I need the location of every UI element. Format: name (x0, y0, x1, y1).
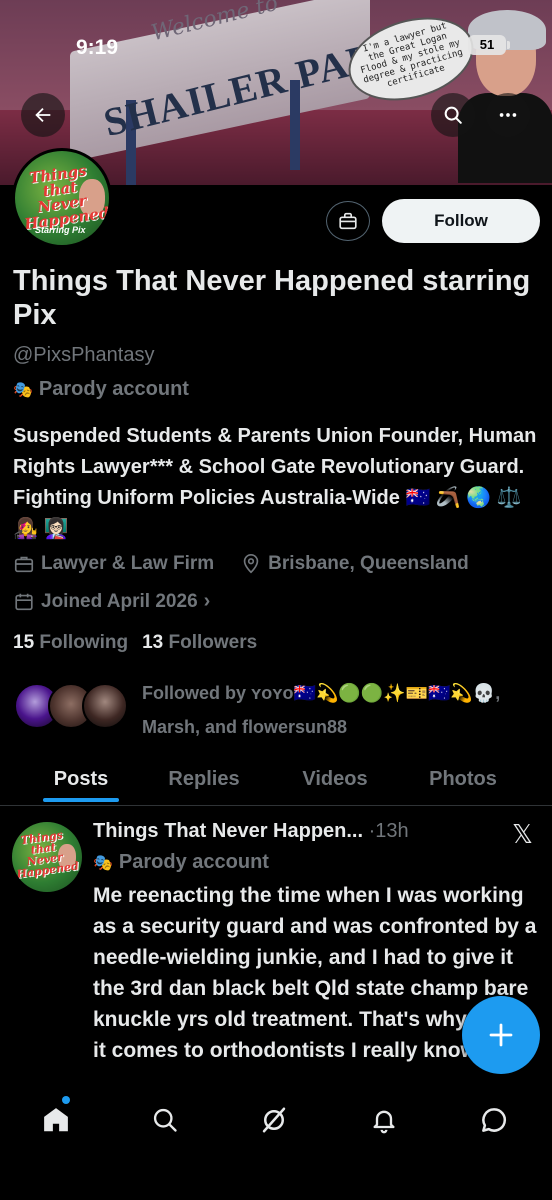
category-text: Lawyer & Law Firm (41, 553, 215, 574)
bottom-nav (0, 1088, 552, 1200)
parody-label: 🎭 Parody account (13, 378, 189, 401)
tab-replies[interactable]: Replies (150, 752, 258, 806)
back-button[interactable] (21, 93, 65, 137)
following-link[interactable]: 15 Following (13, 632, 128, 654)
active-tab-indicator (43, 798, 119, 802)
theater-mask-icon: 🎭 (93, 854, 113, 872)
tweet-header: Things That Never Happen... ·13h (93, 820, 409, 843)
location-pin-icon (243, 554, 259, 574)
home-icon (44, 1108, 68, 1132)
theater-mask-icon: 🎭 (13, 381, 33, 399)
display-name: Things That Never Happened starring Pix (13, 265, 531, 331)
battery-indicator: 51 (468, 35, 510, 55)
nav-home[interactable] (38, 1102, 74, 1138)
briefcase-icon (14, 556, 34, 573)
search-button[interactable] (431, 93, 475, 137)
followed-by-text[interactable]: Followed by ʏᴏʏᴏ🇦🇺💫🟢🟢✨🎫🇦🇺💫💀, Marsh, and … (142, 676, 522, 744)
nav-grok[interactable] (256, 1102, 292, 1138)
status-time: 9:19 (76, 36, 119, 59)
tweet-parody-text: Parody account (118, 851, 269, 873)
joined-row[interactable]: Joined April 2026 › (13, 590, 210, 613)
followers-label: Followers (168, 632, 258, 653)
nav-notifications[interactable] (366, 1102, 402, 1138)
x-logo-icon: 𝕏 (512, 820, 533, 850)
bell-icon (373, 1110, 395, 1134)
nav-explore[interactable] (147, 1102, 183, 1138)
location-text: Brisbane, Queensland (268, 553, 469, 574)
follow-button[interactable]: Follow (382, 199, 540, 243)
followers-link[interactable]: 13 Followers (142, 632, 257, 654)
profile-handle: @PixsPhantasy (13, 344, 155, 366)
avatar-sub-text: Starring Pix (35, 225, 86, 235)
tweet-parody-label: 🎭 Parody account (93, 851, 269, 874)
search-icon (153, 1108, 177, 1132)
parody-label-text: Parody account (38, 378, 189, 400)
more-button[interactable] (486, 93, 530, 137)
profile-avatar[interactable]: Things that Never Happened Starring Pix (12, 148, 112, 248)
following-label: Following (39, 632, 129, 653)
nav-messages[interactable] (476, 1102, 512, 1138)
tweet-author[interactable]: Things That Never Happen... (93, 820, 363, 842)
plus-icon (489, 1023, 513, 1047)
compose-button[interactable] (462, 996, 540, 1074)
follow-stats: 15 Following 13 Followers (13, 632, 257, 654)
more-icon (499, 113, 517, 117)
search-icon (444, 106, 462, 124)
grok-icon (262, 1107, 286, 1133)
gift-button[interactable] (326, 201, 370, 241)
tweet-time: 13h (375, 820, 409, 842)
tweet-avatar-logo-text: Things that Never Happened (15, 828, 80, 881)
calendar-icon (15, 593, 33, 610)
joined-text: Joined April 2026 (41, 590, 198, 612)
back-arrow-icon (35, 107, 51, 123)
chat-bubble-icon (482, 1108, 507, 1132)
following-count: 15 (13, 632, 35, 653)
gift-icon (339, 212, 357, 230)
tweet-avatar[interactable]: Things that Never Happened (12, 822, 82, 892)
followers-count: 13 (142, 632, 164, 653)
unread-dot (62, 1096, 70, 1104)
follower-avatar[interactable] (82, 683, 128, 729)
chevron-right-icon: › (203, 590, 211, 612)
profile-meta-row: Lawyer & Law Firm Brisbane, Queensland (13, 553, 469, 575)
tab-videos[interactable]: Videos (284, 752, 386, 806)
avatar-logo-text: Things that Never Happened (23, 161, 111, 234)
tab-photos[interactable]: Photos (410, 752, 516, 806)
profile-bio: Suspended Students & Parents Union Found… (13, 425, 537, 540)
